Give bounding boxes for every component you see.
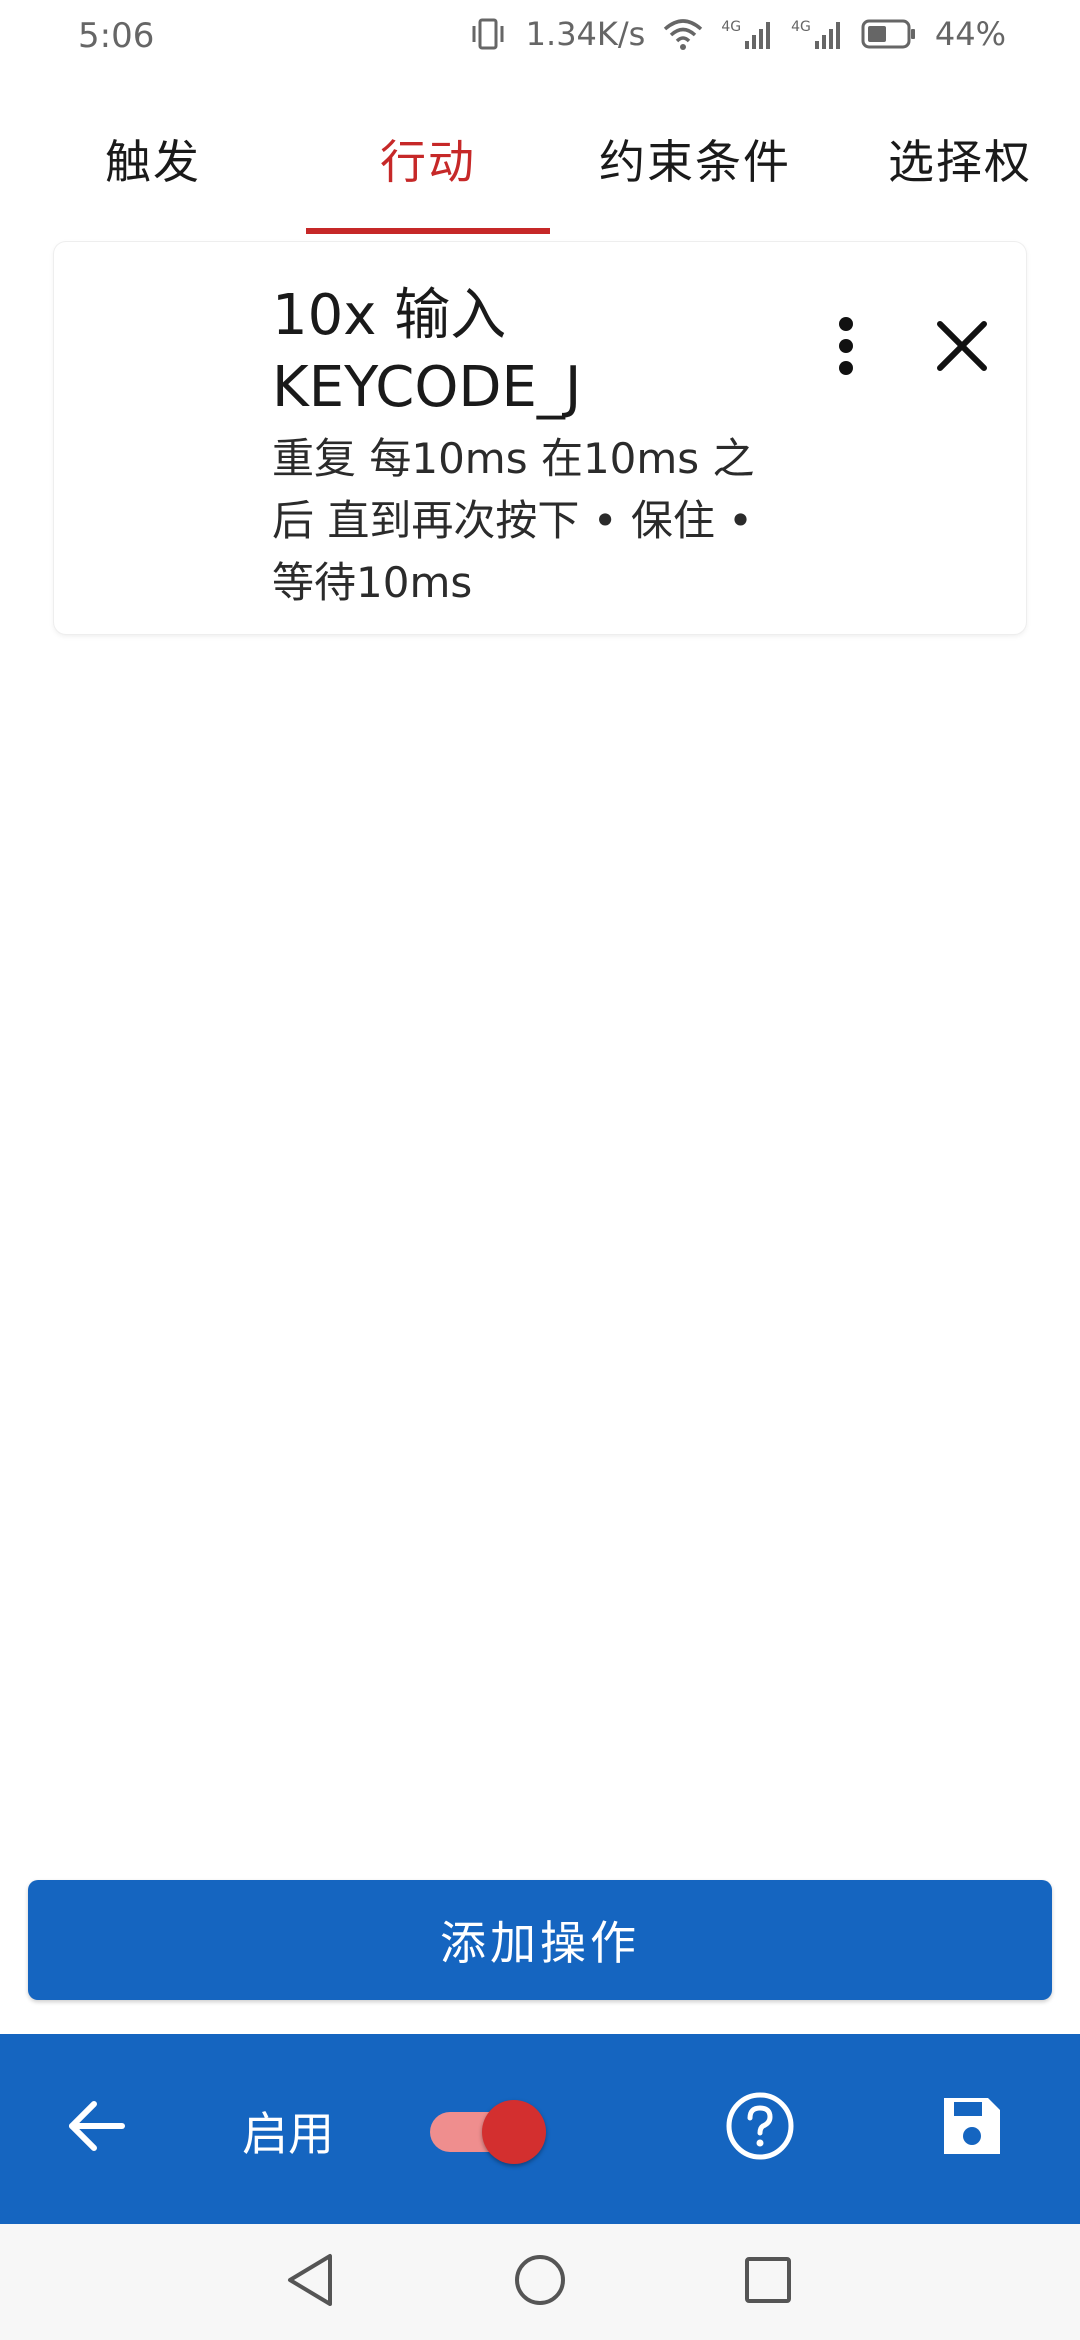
screen: 5:06 1.34K/s 4G 4G 44% 触发 行动 约束条件 选择权 10… xyxy=(0,0,1080,2340)
help-button[interactable] xyxy=(712,2080,808,2176)
square-recents-icon xyxy=(742,2254,794,2310)
toggle-thumb xyxy=(482,2100,546,2164)
cell-signal-2: 4G xyxy=(791,19,843,49)
status-indicators: 1.34K/s 4G 4G 44% xyxy=(468,14,1006,54)
bottom-app-bar: 启用 xyxy=(0,2034,1080,2224)
more-options-button[interactable] xyxy=(800,302,892,394)
status-time: 5:06 xyxy=(78,16,155,56)
tab-constraints[interactable]: 约束条件 xyxy=(550,120,840,234)
floppy-disk-icon xyxy=(940,2094,1004,2162)
more-vertical-icon xyxy=(836,316,856,380)
action-title: 10x 输入 KEYCODE_J xyxy=(272,283,582,420)
cell-signal-1: 4G xyxy=(721,19,773,49)
help-circle-icon xyxy=(724,2090,796,2166)
nav-recents-button[interactable] xyxy=(732,2246,804,2318)
action-description: 重复 每10ms 在10ms 之后 直到再次按下 • 保住 • 等待10ms xyxy=(272,434,755,607)
battery-icon xyxy=(861,18,917,50)
vibrate-icon xyxy=(468,14,508,54)
system-nav-bar xyxy=(0,2224,1080,2340)
enable-toggle[interactable] xyxy=(426,2094,546,2164)
network-type-2: 4G xyxy=(791,19,811,35)
network-speed: 1.34K/s xyxy=(525,15,646,53)
enable-label: 启用 xyxy=(242,2107,334,2161)
tab-actions[interactable]: 行动 xyxy=(306,120,550,234)
remove-action-button[interactable] xyxy=(916,302,1008,394)
network-type-1: 4G xyxy=(721,19,742,35)
tab-triggers[interactable]: 触发 xyxy=(0,120,306,234)
add-action-label: 添加操作 xyxy=(440,1916,640,1970)
status-bar: 5:06 1.34K/s 4G 4G 44% xyxy=(0,0,1080,80)
save-button[interactable] xyxy=(924,2080,1020,2176)
wifi-icon xyxy=(663,17,703,51)
nav-home-button[interactable] xyxy=(504,2246,576,2318)
tab-bar: 触发 行动 约束条件 选择权 xyxy=(0,120,1080,234)
add-action-button[interactable]: 添加操作 xyxy=(28,1880,1052,2000)
nav-back-button[interactable] xyxy=(274,2246,346,2318)
arrow-left-icon xyxy=(64,2094,128,2162)
triangle-back-icon xyxy=(284,2252,336,2312)
circle-home-icon xyxy=(512,2252,568,2312)
tab-options[interactable]: 选择权 xyxy=(840,120,1080,234)
back-button[interactable] xyxy=(48,2080,144,2176)
close-icon xyxy=(934,318,990,378)
action-card[interactable]: 10x 输入 KEYCODE_J 重复 每10ms 在10ms 之后 直到再次按… xyxy=(54,242,1026,634)
battery-percent: 44% xyxy=(934,15,1006,53)
